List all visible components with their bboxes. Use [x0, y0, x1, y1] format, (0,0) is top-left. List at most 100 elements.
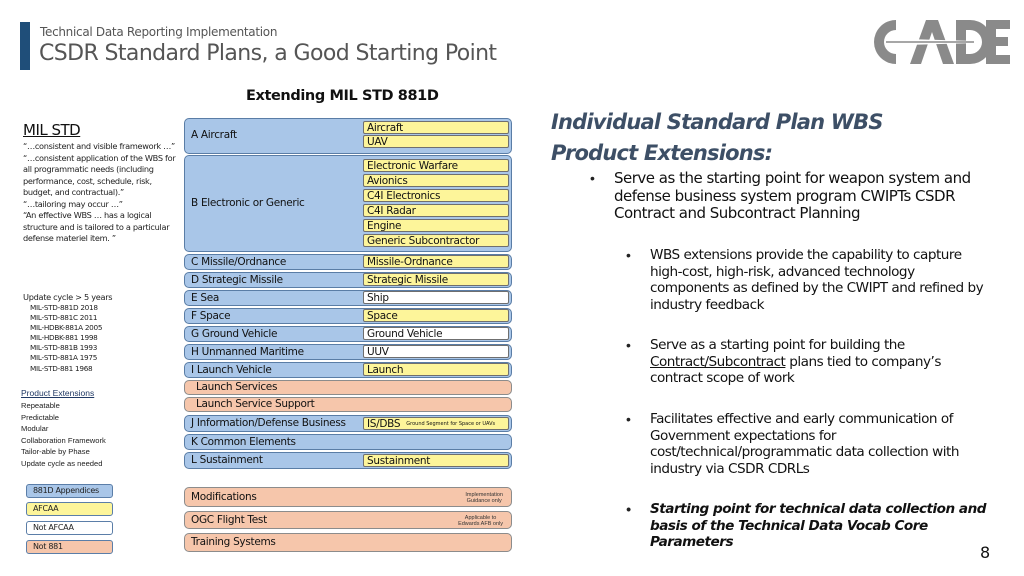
bullet-icon: • [626, 247, 631, 263]
wbs-label: B Electronic or Generic [191, 197, 305, 209]
wbs-label: Training Systems [191, 536, 276, 548]
wbs-label: OGC Flight Test [191, 514, 267, 526]
wbs-label: A Aircraft [191, 129, 237, 141]
wbs-d-strategic-missile: D Strategic Missile Strategic Missile [184, 272, 512, 288]
version-item: MIL-STD-881C 2011 [30, 313, 98, 323]
contract-subcontract-link[interactable]: Contract/Subcontract [650, 354, 786, 370]
bullet-icon: • [626, 411, 631, 427]
bullet-text: Serve as a starting point for building t… [650, 337, 996, 387]
ext-ground-vehicle: Ground Vehicle [363, 327, 509, 340]
ext-uav: UAV [363, 135, 509, 148]
implementation-note: Implementation Guidance only [465, 492, 503, 504]
bullet-item: • WBS extensions provide the capability … [626, 247, 996, 313]
slide-title: CSDR Standard Plans, a Good Starting Poi… [39, 41, 497, 66]
version-item: MIL-STD-881D 2018 [30, 303, 98, 312]
ext-c4i-electronics: C4I Electronics [363, 189, 509, 202]
wbs-k-common-elements: K Common Elements [184, 434, 512, 450]
wbs-label: D Strategic Missile [191, 274, 283, 286]
wbs-e-sea: E Sea Ship [184, 290, 512, 306]
bullet-icon: • [626, 501, 631, 517]
bullet-text: Starting point for technical data collec… [650, 501, 987, 550]
product-extension-item: Repeatable [21, 401, 60, 410]
wbs-j-information-defense-business: J Information/Defense Business IS/DBS Gro… [184, 415, 512, 432]
wbs-modifications: Modifications Implementation Guidance on… [184, 487, 512, 507]
version-item: MIL-HDBK-881A 2005 [30, 323, 103, 333]
milstd-title: MIL STD [23, 121, 81, 139]
wbs-label: Launch Service Support [196, 398, 315, 410]
wbs-launch-services: Launch Services [184, 380, 512, 395]
wbs-a-aircraft: A Aircraft Aircraft UAV [184, 118, 512, 154]
wbs-launch-service-support: Launch Service Support [184, 397, 512, 412]
legend-not-881: Not 881 [26, 540, 113, 554]
ext-generic-subcontractor: Generic Subcontractor [363, 234, 509, 247]
wbs-l-sustainment: L Sustainment Sustainment [184, 452, 512, 469]
wbs-label: G Ground Vehicle [191, 328, 278, 340]
product-extension-item: Predictable [21, 412, 59, 422]
bullet-icon: • [626, 337, 631, 353]
ground-segment-note: Ground Segment for Space or UAVs [406, 421, 496, 427]
title-accent-bar [20, 22, 30, 70]
ext-c4i-radar: C4I Radar [363, 204, 509, 217]
ext-ship: Ship [363, 291, 509, 304]
wbs-h-unmanned-maritime: H Unmanned Maritime UUV [184, 344, 512, 360]
extensions-heading: Individual Standard Plan WBS Product Ext… [551, 110, 883, 165]
ext-engine: Engine [363, 219, 509, 232]
bullet-item: • Facilitates effective and early commun… [626, 411, 996, 477]
update-cycle-title: Update cycle > 5 years [23, 292, 113, 302]
wbs-label: I Launch Vehicle [191, 364, 272, 376]
version-item: MIL-STD-881 1968 [30, 363, 93, 373]
product-extension-item: Tailor-able by Phase [21, 447, 90, 457]
bullet-item: • Serve as a starting point for building… [626, 337, 996, 387]
note-line: Edwards AFB only [458, 521, 503, 527]
milstd-quotes: “…consistent and visible framework …” “…… [23, 141, 183, 245]
bullet-item: • Starting point for technical data coll… [626, 501, 996, 551]
note-line: Guidance only [466, 498, 502, 504]
wbs-label: Launch Services [196, 381, 278, 393]
quote-item: “…tailoring may occur …” [23, 198, 123, 209]
wbs-f-space: F Space Space [184, 308, 512, 324]
ext-uuv: UUV [363, 345, 509, 358]
page-number: 8 [980, 543, 991, 562]
wbs-i-launch-vehicle: I Launch Vehicle Launch [184, 362, 512, 378]
bullet-text: Serve as the starting point for weapon s… [614, 169, 971, 222]
ext-avionics: Avionics [363, 174, 509, 187]
wbs-training-systems: Training Systems [184, 533, 512, 552]
ext-sustainment: Sustainment [363, 454, 509, 467]
wbs-label: K Common Elements [191, 436, 296, 448]
wbs-label: E Sea [191, 292, 220, 304]
wbs-label: H Unmanned Maritime [191, 346, 304, 358]
wbs-b-electronic-generic: B Electronic or Generic Electronic Warfa… [184, 155, 512, 252]
product-extension-item: Collaboration Framework [21, 435, 106, 445]
ext-missile-ordnance: Missile-Ordnance [363, 255, 509, 268]
ext-is-dbs: IS/DBS Ground Segment for Space or UAVs [363, 417, 509, 430]
bullet-text: Facilitates effective and early communic… [650, 411, 959, 477]
quote-item: “…consistent and visible framework …” [23, 141, 175, 151]
ext-space: Space [363, 309, 509, 322]
wbs-label: C Missile/Ordnance [191, 256, 287, 268]
version-item: MIL-STD-881B 1993 [30, 343, 98, 353]
center-heading: Extending MIL STD 881D [246, 88, 439, 104]
product-extensions-list: Repeatable Predictable Modular Collabora… [21, 400, 106, 470]
product-extension-item: Update cycle as needed [21, 458, 103, 468]
ext-launch: Launch [363, 363, 509, 376]
legend-not-afcaa: Not AFCAA [26, 521, 113, 535]
wbs-label: J Information/Defense Business [191, 417, 346, 429]
edwards-note: Applicable to Edwards AFB only [458, 515, 503, 527]
ext-strategic-missile: Strategic Missile [363, 273, 509, 286]
wbs-label: Modifications [191, 491, 257, 503]
bullet-text: WBS extensions provide the capability to… [650, 247, 984, 313]
ext-electronic-warfare: Electronic Warfare [363, 159, 509, 172]
bullet-text-part: Serve as a starting point for building t… [650, 337, 905, 353]
ext-aircraft: Aircraft [363, 121, 509, 134]
bullet-item: • Serve as the starting point for weapon… [590, 169, 990, 223]
quote-item: “An effective WBS … has a logical struct… [23, 210, 170, 243]
ext-is-dbs-label: IS/DBS [367, 418, 401, 430]
version-item: MIL-STD-881A 1975 [30, 353, 98, 363]
version-list: MIL-STD-881D 2018 MIL-STD-881C 2011 MIL-… [30, 303, 103, 374]
quote-item: “…consistent application of the WBS for … [23, 152, 176, 198]
bullet-icon: • [590, 170, 595, 186]
wbs-g-ground-vehicle: G Ground Vehicle Ground Vehicle [184, 326, 512, 342]
product-extension-item: Modular [21, 424, 49, 434]
version-item: MIL-HDBK-881 1998 [30, 333, 98, 343]
wbs-ogc-flight-test: OGC Flight Test Applicable to Edwards AF… [184, 511, 512, 529]
